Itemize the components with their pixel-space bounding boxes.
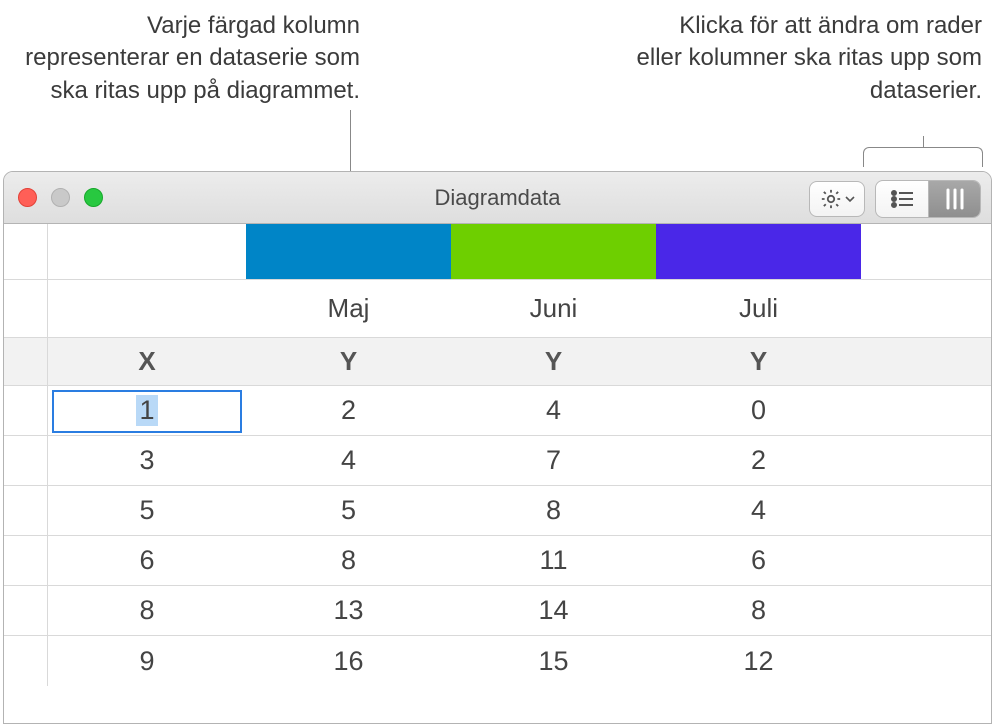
column-header-3[interactable]: Juli: [656, 280, 861, 337]
table-row: 8 13 14 8: [4, 586, 991, 636]
series-color-2[interactable]: [451, 224, 656, 279]
data-cell[interactable]: 5: [246, 486, 451, 535]
series-color-1[interactable]: [246, 224, 451, 279]
plot-columns-button[interactable]: [928, 181, 980, 217]
data-cell[interactable]: 13: [246, 586, 451, 635]
axis-label-y-1: Y: [246, 338, 451, 385]
toolbar-right: [809, 180, 981, 218]
axis-label-row: X Y Y Y: [4, 338, 991, 386]
series-color-3[interactable]: [656, 224, 861, 279]
series-orientation-toggle: [875, 180, 981, 218]
data-cell[interactable]: 12: [656, 636, 861, 686]
series-color-row: [4, 224, 991, 280]
data-cell[interactable]: 16: [246, 636, 451, 686]
data-cell-x[interactable]: 9: [48, 636, 246, 686]
data-cell-x[interactable]: 3: [48, 436, 246, 485]
zoom-button[interactable]: [84, 188, 103, 207]
minimize-button[interactable]: [51, 188, 70, 207]
callout-right: Klicka för att ändra om rader eller kolu…: [632, 10, 982, 107]
data-cell-x[interactable]: 6: [48, 536, 246, 585]
x-column-header[interactable]: [48, 280, 246, 337]
data-table: Maj Juni Juli X Y Y Y 1 2 4 0 3 4 7: [4, 224, 991, 686]
data-cell[interactable]: 8: [451, 486, 656, 535]
data-cell[interactable]: 2: [246, 386, 451, 435]
axis-label-x: X: [48, 338, 246, 385]
table-row: 1 2 4 0: [4, 386, 991, 436]
table-row: 5 5 8 4: [4, 486, 991, 536]
data-cell[interactable]: 7: [451, 436, 656, 485]
chevron-down-icon: [845, 195, 855, 203]
corner-cell: [4, 224, 48, 279]
column-header-1[interactable]: Maj: [246, 280, 451, 337]
column-header-row: Maj Juni Juli: [4, 280, 991, 338]
chart-data-window: Diagramdata: [3, 171, 992, 724]
callout-left: Varje färgad kolumn representerar en dat…: [0, 10, 360, 107]
data-cell[interactable]: 4: [246, 436, 451, 485]
columns-icon: [942, 187, 968, 211]
settings-menu-button[interactable]: [809, 181, 865, 217]
axis-label-y-2: Y: [451, 338, 656, 385]
data-cell[interactable]: 8: [656, 586, 861, 635]
data-cell[interactable]: 15: [451, 636, 656, 686]
color-strip-x-gap: [48, 224, 246, 279]
plot-rows-button[interactable]: [876, 181, 928, 217]
data-cell[interactable]: 4: [451, 386, 656, 435]
data-cell[interactable]: 11: [451, 536, 656, 585]
column-header-2[interactable]: Juni: [451, 280, 656, 337]
data-cell[interactable]: 6: [656, 536, 861, 585]
data-cell[interactable]: 2: [656, 436, 861, 485]
cell-value: 1: [136, 395, 157, 426]
callout-leader-right: [863, 147, 983, 167]
callouts-area: Varje färgad kolumn representerar en dat…: [0, 0, 992, 170]
data-cell[interactable]: 0: [656, 386, 861, 435]
table-row: 6 8 11 6: [4, 536, 991, 586]
data-cell-x[interactable]: 1: [48, 386, 246, 435]
data-cell-x[interactable]: 5: [48, 486, 246, 535]
titlebar: Diagramdata: [4, 172, 991, 224]
data-cell[interactable]: 14: [451, 586, 656, 635]
window-controls: [18, 188, 103, 207]
gear-icon: [820, 188, 842, 210]
table-row: 9 16 15 12: [4, 636, 991, 686]
table-row: 3 4 7 2: [4, 436, 991, 486]
data-cell[interactable]: 8: [246, 536, 451, 585]
rows-icon: [889, 188, 915, 210]
data-cell[interactable]: 4: [656, 486, 861, 535]
data-cell-x[interactable]: 8: [48, 586, 246, 635]
close-button[interactable]: [18, 188, 37, 207]
axis-label-y-3: Y: [656, 338, 861, 385]
